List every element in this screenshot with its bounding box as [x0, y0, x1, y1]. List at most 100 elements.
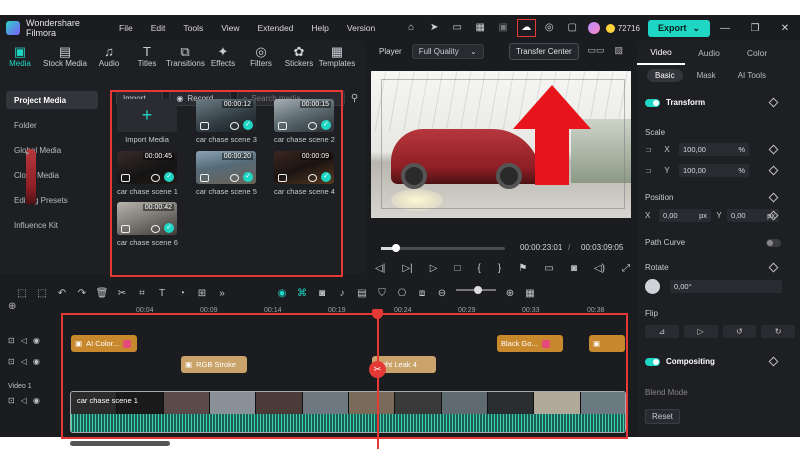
- ai-icon[interactable]: ◉: [272, 288, 292, 299]
- media-item[interactable]: 00:00:42 ✓ car chase scene 6: [117, 202, 178, 247]
- play-back-icon[interactable]: ▷|: [402, 263, 412, 274]
- rotate-input[interactable]: 0,00°: [670, 280, 782, 293]
- mark-in-icon[interactable]: {: [478, 263, 481, 274]
- previous-frame-icon[interactable]: ◁|: [375, 263, 385, 274]
- keyframe-icon[interactable]: [768, 144, 779, 155]
- playback-scrubber[interactable]: [381, 244, 505, 252]
- text-icon[interactable]: T: [152, 288, 172, 299]
- compositing-toggle[interactable]: [645, 357, 660, 366]
- link-icon[interactable]: ⊐: [645, 145, 655, 154]
- delete-icon[interactable]: 🗑: [92, 288, 112, 299]
- tab-titles[interactable]: T Titles: [128, 41, 166, 77]
- menu-tools[interactable]: Tools: [174, 23, 212, 33]
- volume-icon[interactable]: ◁): [594, 263, 605, 274]
- grid-icon[interactable]: ▦: [474, 22, 487, 34]
- sidebar-item-folder[interactable]: Folder: [6, 116, 98, 204]
- stop-icon[interactable]: □: [454, 263, 460, 274]
- audio-icon[interactable]: ◁: [21, 336, 27, 345]
- menu-file[interactable]: File: [110, 23, 142, 33]
- quality-dropdown[interactable]: Full Quality ⌄: [411, 43, 484, 59]
- sidebar-item-influence-kit[interactable]: ▸ Influence Kit: [6, 149, 98, 234]
- effect-clip-black-go[interactable]: Black Go...: [497, 335, 563, 352]
- mark-out-icon[interactable]: }: [498, 263, 501, 274]
- cut-icon[interactable]: ✂: [112, 288, 132, 299]
- feedback-icon[interactable]: ▭: [451, 22, 464, 34]
- timeline-scrollbar[interactable]: [70, 441, 170, 446]
- eye-icon[interactable]: ◉: [33, 336, 40, 345]
- media-item[interactable]: 00:00:20 ✓ car chase scene 5: [196, 151, 257, 196]
- tab-templates[interactable]: ▦ Templates: [318, 41, 356, 77]
- smart-edit-icon[interactable]: ⌘: [292, 288, 312, 299]
- mic-icon[interactable]: ♪: [332, 288, 352, 299]
- record-voice-icon[interactable]: ◙: [312, 288, 332, 299]
- subtab-basic[interactable]: Basic: [647, 68, 683, 82]
- media-item[interactable]: 00:00:12 ✓ car chase scene 3: [196, 99, 257, 144]
- scale-x-input[interactable]: 100,00%: [679, 143, 749, 156]
- tab-audio[interactable]: ♫ Audio: [90, 41, 128, 77]
- minimize-icon[interactable]: —: [710, 23, 740, 34]
- rotate-right-icon[interactable]: ↻: [761, 325, 795, 338]
- render-icon[interactable]: ⎔: [392, 288, 412, 299]
- credits-badge[interactable]: 72716: [605, 23, 640, 33]
- tab-color[interactable]: Color: [733, 42, 781, 64]
- keyframe-track-icon[interactable]: ⧈: [412, 288, 432, 299]
- reset-button[interactable]: Reset: [645, 409, 680, 424]
- media-item[interactable]: 00:00:09 ✓ car chase scene 4: [274, 151, 335, 196]
- keyframe-icon[interactable]: [768, 356, 779, 367]
- import-media-tile[interactable]: + Import Media: [117, 99, 177, 144]
- save-icon[interactable]: ▣: [497, 22, 510, 34]
- select-tool-icon[interactable]: ⬚: [12, 288, 32, 299]
- zoom-knob[interactable]: [474, 286, 482, 294]
- tab-video[interactable]: Video: [637, 41, 685, 65]
- duration-icon[interactable]: ◔: [172, 288, 192, 299]
- filter-icon[interactable]: ⚲: [351, 93, 358, 104]
- scale-y-input[interactable]: 100,00%: [679, 164, 749, 177]
- lock-icon[interactable]: ⊐: [645, 166, 655, 175]
- zoom-out-icon[interactable]: ⊖: [432, 288, 452, 299]
- eye-icon[interactable]: ◉: [33, 357, 40, 366]
- menu-help[interactable]: Help: [302, 23, 337, 33]
- shield-icon[interactable]: ⛉: [372, 288, 392, 299]
- media-item[interactable]: 00:00:45 ✓ car chase scene 1: [117, 151, 178, 196]
- tab-media[interactable]: ▣ Media: [0, 41, 40, 77]
- grid-view-icon[interactable]: ▦: [520, 288, 540, 299]
- gift-icon[interactable]: ⌂: [405, 22, 418, 34]
- menu-extended[interactable]: Extended: [248, 23, 302, 33]
- eye-icon[interactable]: ◉: [33, 396, 40, 405]
- send-icon[interactable]: ➤: [428, 22, 441, 34]
- effect-clip-rgb-stroke[interactable]: ▣ RGB Stroke: [181, 356, 247, 373]
- keyframe-icon[interactable]: [768, 262, 779, 273]
- maximize-icon[interactable]: ❐: [740, 23, 770, 34]
- rotate-left-icon[interactable]: ↺: [722, 325, 757, 338]
- close-icon[interactable]: ✕: [770, 23, 800, 34]
- marker-icon[interactable]: ⚑: [518, 263, 527, 274]
- transform-toggle[interactable]: [645, 98, 660, 107]
- sidebar-item-global-media[interactable]: ▸Global Media: [6, 141, 98, 204]
- scrubber-knob[interactable]: [391, 244, 400, 252]
- position-x-input[interactable]: 0,00 px: [659, 209, 711, 222]
- sidebar-item-editing-presets[interactable]: ▸Editing Presets: [6, 149, 98, 209]
- tab-transitions[interactable]: ⧉ Transitions: [166, 41, 205, 77]
- audio-icon[interactable]: ◁: [21, 396, 27, 405]
- redo-icon[interactable]: ↷: [72, 288, 92, 299]
- layers-icon[interactable]: ▤: [352, 288, 372, 299]
- play-icon[interactable]: ▷: [430, 263, 438, 274]
- magnet-tool-icon[interactable]: ⬚: [32, 288, 52, 299]
- more-tools-icon[interactable]: »: [212, 288, 232, 299]
- tab-stickers[interactable]: ✿ Stickers: [280, 41, 318, 77]
- undo-icon[interactable]: ↶: [52, 288, 72, 299]
- headset-icon[interactable]: ◎: [543, 22, 556, 34]
- avatar[interactable]: [587, 22, 600, 34]
- lock-icon[interactable]: ⊡: [8, 336, 15, 345]
- tab-audio-props[interactable]: Audio: [685, 42, 733, 64]
- effect-clip-ai-color[interactable]: ▣ AI Color...: [71, 335, 137, 352]
- keyframe-icon[interactable]: [768, 192, 779, 203]
- tab-stock-media[interactable]: ▤ Stock Media: [40, 41, 90, 77]
- lock-icon[interactable]: ⊡: [8, 396, 15, 405]
- adjust-icon[interactable]: ⊞: [192, 288, 212, 299]
- video-clip[interactable]: car chase scene 1: [70, 391, 626, 433]
- subtab-mask[interactable]: Mask: [689, 69, 724, 82]
- sidebar-item-cloud-media[interactable]: Cloud Media: [6, 149, 98, 204]
- add-track-icon[interactable]: ⊕: [8, 301, 16, 312]
- fullscreen-icon[interactable]: ⤢: [622, 263, 630, 274]
